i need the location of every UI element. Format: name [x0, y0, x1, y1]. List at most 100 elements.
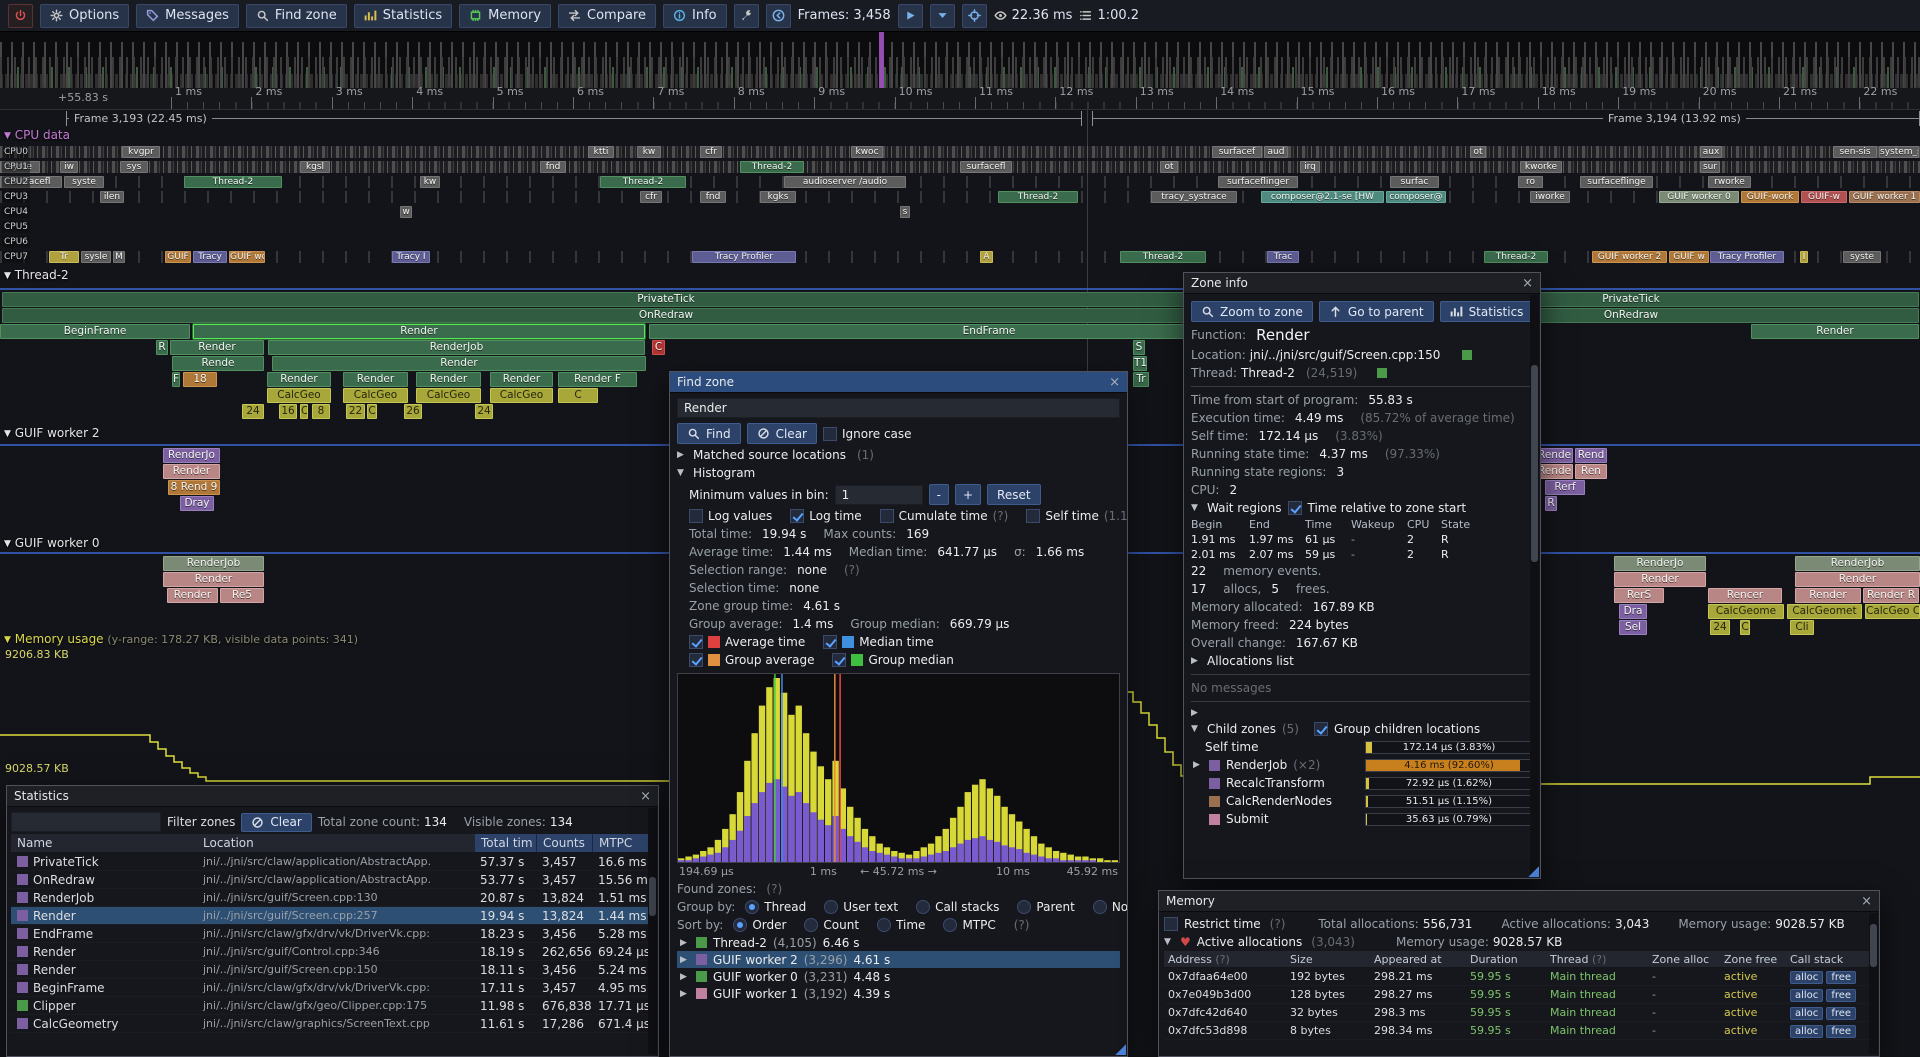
- cpu-zone[interactable]: Trac: [1267, 251, 1299, 263]
- table-row[interactable]: BeginFrame jni/../jni/src/claw/gfx/drv/v…: [11, 979, 654, 997]
- cpu-zone[interactable]: Thread-2: [600, 176, 686, 188]
- cpu-zone[interactable]: ot: [1470, 146, 1486, 158]
- cpu-zone[interactable]: Tracy Profiler: [692, 251, 796, 263]
- cpu-zone[interactable]: Thread-2: [998, 191, 1078, 203]
- checkbox[interactable]: [832, 653, 846, 667]
- call-stack-button[interactable]: free: [1826, 1007, 1856, 1020]
- timeline-zone[interactable]: C: [558, 388, 598, 403]
- toolbar-button-find-zone[interactable]: Find zone: [246, 4, 347, 28]
- timeline-zone[interactable]: Rend: [1575, 448, 1607, 463]
- cpu-zone[interactable]: sys: [120, 161, 148, 173]
- timeline-zone[interactable]: 8: [312, 404, 330, 419]
- close-icon[interactable]: ×: [1861, 894, 1872, 909]
- cpu-zone[interactable]: ktti: [588, 146, 614, 158]
- call-stack-button[interactable]: alloc: [1790, 971, 1823, 984]
- call-stack-button[interactable]: alloc: [1790, 989, 1823, 1002]
- timeline-zone[interactable]: T1: [1133, 356, 1147, 371]
- timeline-zone[interactable]: Render: [163, 572, 264, 587]
- statistics-button[interactable]: Statistics: [1440, 301, 1534, 322]
- timeline-zone[interactable]: Rerf: [1545, 480, 1585, 495]
- min-bin-input[interactable]: 1: [835, 485, 923, 505]
- zone-trace-header[interactable]: ▶: [1191, 706, 1533, 720]
- sort-by-time[interactable]: Time: [877, 918, 925, 932]
- timeline-zone[interactable]: CalcGeo: [343, 388, 408, 403]
- power-button[interactable]: [8, 4, 33, 28]
- time-relative-checkbox[interactable]: [1288, 501, 1302, 515]
- timeline-zone[interactable]: Render F: [558, 372, 637, 387]
- timeline-zone[interactable]: Tr: [1133, 372, 1149, 387]
- scrollbar-thumb[interactable]: [1870, 924, 1877, 966]
- cpu-zone[interactable]: fnd: [700, 191, 726, 203]
- cpu-zone[interactable]: surfacefl: [960, 161, 1012, 173]
- cpu-zone[interactable]: aux: [1700, 146, 1722, 158]
- timeline-zone[interactable]: Render: [167, 588, 218, 603]
- cpu-zone[interactable]: composer@2.1-se [HW: [1261, 191, 1384, 203]
- cpu-zone[interactable]: s: [900, 206, 910, 218]
- table-row[interactable]: EndFrame jni/../jni/src/claw/gfx/drv/vk/…: [11, 925, 654, 943]
- timeline-zone[interactable]: CalcGeo: [267, 388, 331, 403]
- cpu-zone[interactable]: Tracy I: [392, 251, 430, 263]
- toolbar-button-memory[interactable]: Memory: [459, 4, 551, 28]
- statistics-scrollbar[interactable]: [648, 808, 657, 1054]
- cpu-zone[interactable]: M: [113, 251, 125, 263]
- cpu-zone[interactable]: A: [980, 251, 993, 263]
- statistics-titlebar[interactable]: Statistics ×: [7, 786, 658, 807]
- cpu-zone[interactable]: kgsl: [300, 161, 330, 173]
- cpu-zone[interactable]: GUIF-work: [1741, 191, 1799, 203]
- memory-scrollbar[interactable]: [1869, 913, 1878, 1054]
- toolbar-button-info[interactable]: Info: [663, 4, 727, 28]
- timeline-zone[interactable]: RenderJo: [163, 448, 220, 463]
- cpu-zone[interactable]: GUIF worker 1: [1849, 191, 1920, 203]
- timeline-zone[interactable]: Render: [163, 464, 220, 479]
- timeline-zone[interactable]: Render: [1795, 588, 1861, 603]
- call-stack-button[interactable]: free: [1826, 1025, 1856, 1038]
- cpu-zone[interactable]: irq: [1300, 161, 1320, 173]
- group-by-parent[interactable]: Parent: [1017, 900, 1074, 914]
- histogram-plot[interactable]: [677, 673, 1120, 863]
- sort-by-count[interactable]: Count: [804, 918, 859, 932]
- checkbox[interactable]: [1026, 509, 1040, 523]
- table-row[interactable]: 0x7dfc42d640 32 bytes 298.3 ms 59.95 s M…: [1164, 1004, 1874, 1022]
- timeline-zone[interactable]: CalcGeo: [490, 388, 553, 403]
- cpu-zone[interactable]: GUIF worker 2: [1592, 251, 1667, 263]
- cpu-zone[interactable]: sur: [1700, 161, 1720, 173]
- cpu-zone[interactable]: fnd: [540, 161, 566, 173]
- timeline-zone[interactable]: Render: [170, 340, 264, 355]
- thread-section-label[interactable]: ▼ GUIF worker 0: [4, 536, 99, 551]
- find-zone-search-input[interactable]: Render: [677, 398, 1120, 418]
- zone-group-row[interactable]: ▶ Thread-2 (4,105) 6.46 s: [677, 934, 1120, 951]
- find-clear-button[interactable]: Clear: [747, 423, 817, 444]
- memory-column-thread[interactable]: Thread (?): [1546, 953, 1648, 966]
- timeline-zone[interactable]: RenderJob: [268, 340, 645, 355]
- cpu-zone[interactable]: iworke: [1530, 191, 1570, 203]
- legend-group-average[interactable]: Group average: [689, 653, 814, 667]
- timeline-zone[interactable]: RenderJob: [1795, 556, 1920, 571]
- timeline-zone[interactable]: 26: [404, 404, 422, 419]
- option-cumulate-time[interactable]: Cumulate time(?): [880, 509, 1009, 523]
- cpu-zone[interactable]: Tracy Profiler: [1710, 251, 1784, 263]
- cpu-zone[interactable]: kworke: [1520, 161, 1562, 173]
- min-bin-increase-button[interactable]: +: [955, 484, 981, 505]
- timeline-zone[interactable]: Render: [490, 372, 553, 387]
- legend-median-time[interactable]: Median time: [823, 635, 934, 649]
- child-zone-row[interactable]: CalcRenderNodes 51.51 µs (1.15%): [1191, 792, 1533, 810]
- cpu-zone[interactable]: GUIF-w: [1801, 191, 1847, 203]
- call-stack-button[interactable]: free: [1826, 971, 1856, 984]
- child-zone-row[interactable]: Self time 172.14 µs (3.83%): [1191, 738, 1533, 756]
- stats-column-total-tim[interactable]: Total tim: [474, 834, 536, 852]
- zoom-to-zone-button[interactable]: Zoom to zone: [1191, 301, 1313, 322]
- timeline-zone[interactable]: Render: [1614, 572, 1706, 587]
- timeline-zone[interactable]: Rencer: [1708, 588, 1782, 603]
- histogram-section-header[interactable]: ▼Histogram: [677, 464, 1120, 482]
- timeline-zone[interactable]: C: [652, 340, 665, 355]
- timeline-zone[interactable]: PrivateTick: [2, 292, 1330, 307]
- cpu-zone[interactable]: Tr: [49, 251, 79, 263]
- timeline-zone[interactable]: S: [1133, 340, 1145, 355]
- timeline-zone[interactable]: Render: [343, 372, 408, 387]
- memory-column-appeared-at[interactable]: Appeared at: [1370, 953, 1466, 966]
- timeline-zone[interactable]: Render R: [1863, 588, 1919, 603]
- frame-select-button[interactable]: [930, 4, 955, 28]
- cpu-zone[interactable]: surfacef: [1212, 146, 1262, 158]
- child-zones-header[interactable]: ▼Child zones (5) Group children location…: [1191, 720, 1533, 738]
- call-stack-button[interactable]: alloc: [1790, 1025, 1823, 1038]
